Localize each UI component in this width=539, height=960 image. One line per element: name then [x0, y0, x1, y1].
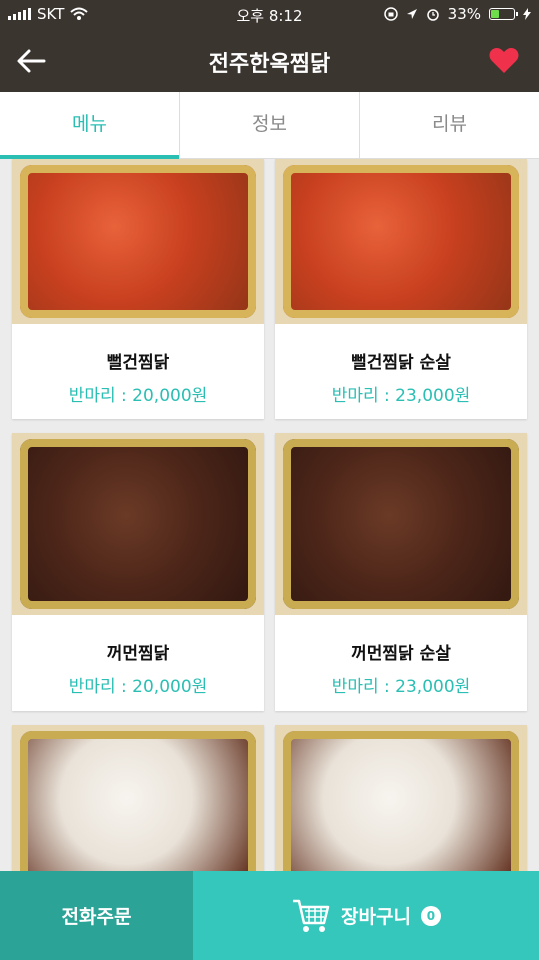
- tab-info[interactable]: 정보: [180, 92, 360, 158]
- alarm-icon: [426, 9, 439, 21]
- location-icon: [406, 9, 417, 19]
- menu-item-price: 반마리 : 20,000원: [68, 386, 208, 406]
- menu-grid: 뻘건찜닭 반마리 : 20,000원 뻘건찜닭 순살 반마리 : 23,000원…: [0, 159, 539, 871]
- battery-icon: [489, 8, 518, 20]
- rotation-lock-icon: [383, 7, 398, 21]
- tab-review[interactable]: 리뷰: [360, 92, 539, 158]
- menu-item-name: 뻘건찜닭 순살: [351, 353, 451, 373]
- tab-bar: 메뉴 정보 리뷰: [0, 92, 539, 159]
- menu-item-price: 반마리 : 23,000원: [331, 677, 471, 697]
- menu-item-name: 뻘건찜닭: [106, 353, 170, 373]
- menu-item-name: 꺼먼찜닭 순살: [351, 644, 451, 664]
- menu-item-name: 꺼먼찜닭: [106, 644, 170, 664]
- navigation-bar: 전주한옥찜닭: [0, 30, 539, 92]
- phone-order-label: 전화주문: [61, 906, 132, 928]
- food-image: [12, 433, 264, 615]
- cart-label: 장바구니: [341, 906, 411, 928]
- status-bar: SKT 오후 8:12 33%: [0, 0, 539, 30]
- phone-order-button[interactable]: 전화주문: [0, 871, 193, 960]
- bottom-action-bar: 전화주문 장바구니 0: [0, 871, 539, 960]
- shopping-cart-icon: [293, 899, 330, 932]
- food-image: [275, 725, 527, 871]
- battery-percent: 33%: [447, 5, 481, 23]
- favorite-heart-icon[interactable]: [489, 46, 519, 74]
- menu-card[interactable]: 꺼먼찜닭 반마리 : 20,000원: [12, 433, 264, 711]
- cart-button[interactable]: 장바구니 0: [193, 871, 539, 960]
- top-bar: SKT 오후 8:12 33% 전주한옥찜닭: [0, 0, 539, 92]
- tab-menu[interactable]: 메뉴: [0, 92, 180, 159]
- page-title: 전주한옥찜닭: [208, 52, 331, 77]
- menu-item-price: 반마리 : 20,000원: [68, 677, 208, 697]
- food-image: [12, 725, 264, 871]
- menu-item-price: 반마리 : 23,000원: [331, 386, 471, 406]
- cart-count-badge: 0: [420, 905, 441, 926]
- menu-card[interactable]: [12, 725, 264, 871]
- menu-card[interactable]: 뻘건찜닭 반마리 : 20,000원: [12, 159, 264, 419]
- menu-card[interactable]: 뻘건찜닭 순살 반마리 : 23,000원: [275, 159, 527, 419]
- charging-icon: [523, 8, 531, 20]
- food-image: [275, 159, 527, 324]
- food-image: [12, 159, 264, 324]
- menu-card[interactable]: [275, 725, 527, 871]
- food-image: [275, 433, 527, 615]
- menu-card[interactable]: 꺼먼찜닭 순살 반마리 : 23,000원: [275, 433, 527, 711]
